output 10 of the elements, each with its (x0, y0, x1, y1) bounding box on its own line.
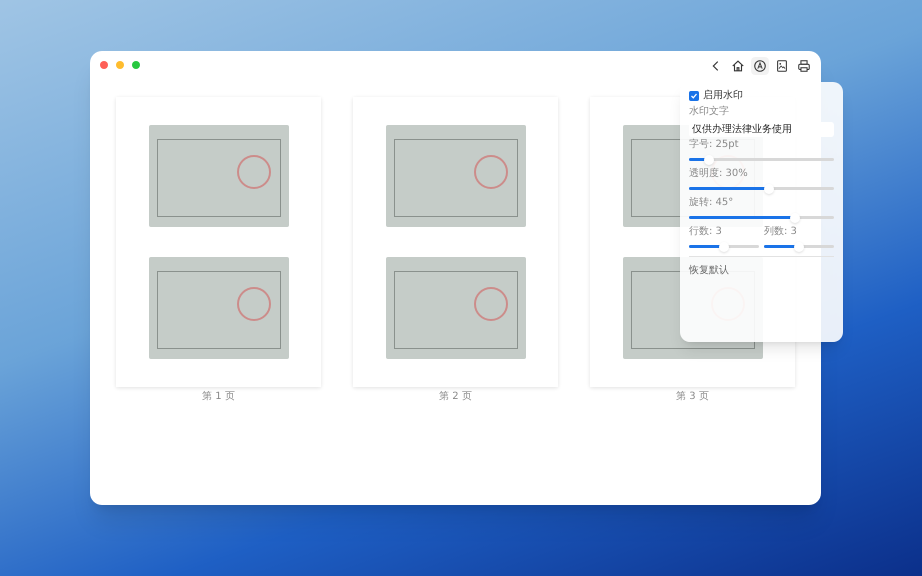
page-label: 第 2 页 (439, 391, 472, 403)
slider-label: 透明度: 30% (689, 168, 749, 180)
checkbox-label: 启用水印 (703, 90, 743, 102)
field-label: 水印文字 (689, 106, 730, 118)
page-label: 第 3 页 (676, 391, 709, 403)
slider-label: 旋转: 45° (689, 197, 734, 209)
slider-label: 字号: 25pt (689, 139, 740, 151)
slider-label: 列数: 3 (764, 226, 798, 238)
slider-label: 行数: 3 (689, 226, 723, 238)
page-label: 第 1 页 (202, 391, 235, 403)
